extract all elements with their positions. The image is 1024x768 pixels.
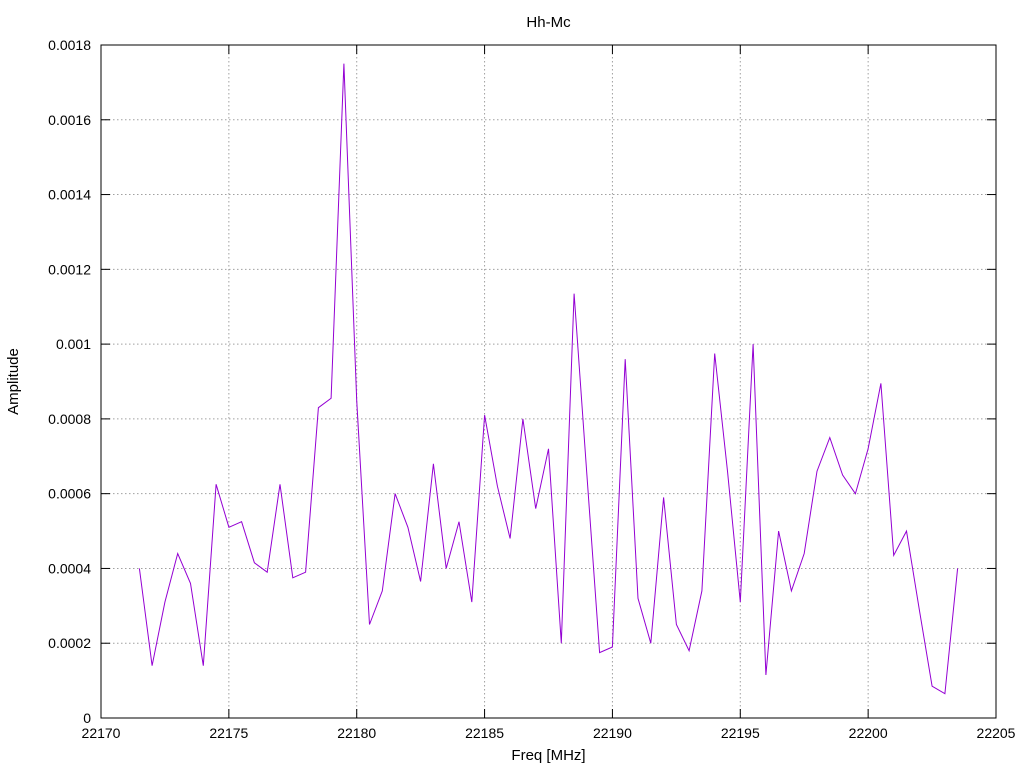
data-point (458, 521, 459, 522)
data-point (625, 359, 626, 360)
data-point (279, 484, 280, 485)
data-point (880, 383, 881, 384)
data-point (152, 665, 153, 666)
data-point (714, 353, 715, 354)
x-tick-label: 22175 (209, 725, 248, 741)
data-point (586, 474, 587, 475)
y-tick-label: 0.001 (56, 336, 91, 352)
x-tick-label: 22200 (849, 725, 888, 741)
data-point (164, 602, 165, 603)
data-point (395, 493, 396, 494)
data-point (893, 555, 894, 556)
data-point (701, 590, 702, 591)
y-tick-label: 0.0014 (48, 187, 91, 203)
data-point (228, 527, 229, 528)
y-tick-label: 0.0004 (48, 560, 91, 576)
data-point (522, 418, 523, 419)
data-point (599, 652, 600, 653)
data-point (868, 448, 869, 449)
x-axis-title: Freq [MHz] (511, 747, 585, 764)
data-point (561, 643, 562, 644)
x-tick-label: 22195 (721, 725, 760, 741)
data-point (382, 590, 383, 591)
data-point (305, 572, 306, 573)
y-tick-label: 0.0008 (48, 411, 91, 427)
data-point (612, 646, 613, 647)
y-axis-title: Amplitude (5, 348, 22, 415)
data-point (177, 553, 178, 554)
data-point (753, 344, 754, 345)
data-point (778, 531, 779, 532)
data-point (804, 553, 805, 554)
y-tick-label: 0.0006 (48, 486, 91, 502)
data-point (254, 562, 255, 563)
data-point (957, 568, 958, 569)
data-point (497, 486, 498, 487)
data-point (650, 643, 651, 644)
x-tick-label: 22190 (593, 725, 632, 741)
y-tick-label: 0.0016 (48, 112, 91, 128)
data-point (829, 437, 830, 438)
data-point (637, 598, 638, 599)
data-point (842, 474, 843, 475)
data-point (433, 463, 434, 464)
data-point (343, 63, 344, 64)
data-point (139, 568, 140, 569)
y-tick-label: 0.0002 (48, 635, 91, 651)
data-point (574, 293, 575, 294)
data-point (292, 577, 293, 578)
data-point (535, 508, 536, 509)
plot-frame (100, 44, 997, 719)
data-point (241, 521, 242, 522)
y-tick-label: 0.0012 (48, 261, 91, 277)
data-point (407, 527, 408, 528)
data-point (216, 484, 217, 485)
data-point (484, 415, 485, 416)
data-point (190, 583, 191, 584)
data-point (548, 448, 549, 449)
x-tick-label: 22205 (977, 725, 1016, 741)
line-chart: 22170 22175 22180 22185 22190 22195 22200 22205… (5, 14, 1016, 764)
chart-container: 22170 22175 22180 22185 22190 22195 22200 22205… (0, 0, 1024, 768)
data-point (727, 471, 728, 472)
y-tick-label: 0.0018 (48, 37, 91, 53)
data-point (420, 581, 421, 582)
data-point (740, 602, 741, 603)
data-point (791, 590, 792, 591)
x-tick-label: 22180 (337, 725, 376, 741)
y-tick-label: 0 (83, 710, 91, 726)
ticks: 22170 22175 22180 22185 22190 22195 22200 22205… (48, 37, 1016, 741)
data-point (331, 398, 332, 399)
data-point (446, 568, 447, 569)
data-point (369, 624, 370, 625)
data-point (932, 686, 933, 687)
series-line-0 (138, 63, 959, 695)
data-point (689, 650, 690, 651)
data-point (816, 471, 817, 472)
data-point (318, 407, 319, 408)
grid (101, 45, 996, 718)
x-tick-label: 22170 (82, 725, 121, 741)
data-point (356, 400, 357, 401)
data-point (765, 674, 766, 675)
x-tick-label: 22185 (465, 725, 504, 741)
data-point (855, 493, 856, 494)
series-layer (138, 63, 959, 695)
data-point (203, 665, 204, 666)
data-point (906, 531, 907, 532)
data-point (944, 693, 945, 694)
chart-title: Hh-Mc (526, 14, 571, 31)
data-point (919, 609, 920, 610)
data-point (267, 572, 268, 573)
data-point (663, 497, 664, 498)
data-point (676, 624, 677, 625)
data-point (471, 602, 472, 603)
data-point (510, 538, 511, 539)
